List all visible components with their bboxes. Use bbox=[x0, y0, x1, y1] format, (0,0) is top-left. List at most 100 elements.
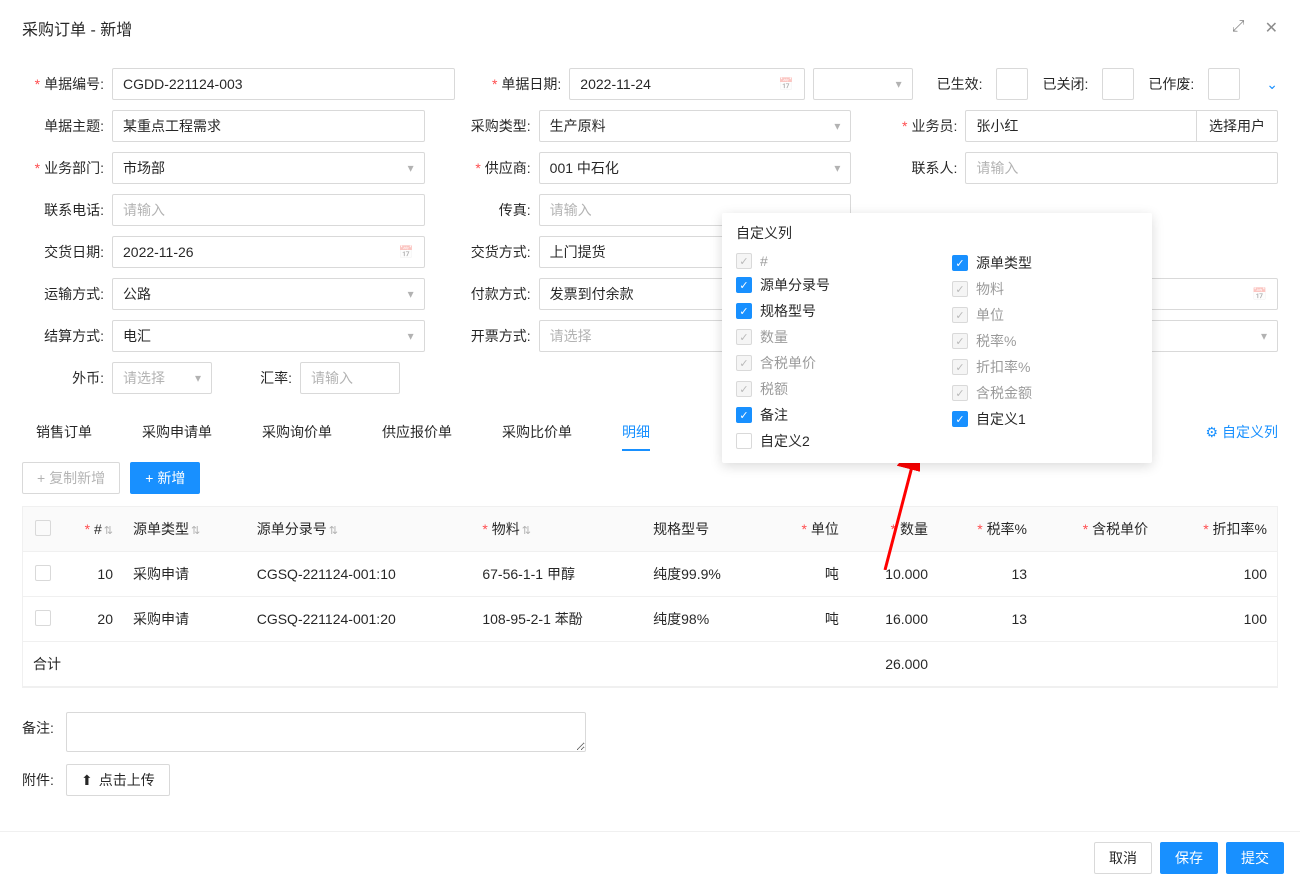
column-toggle[interactable]: 自定义1 bbox=[952, 409, 1138, 429]
collapse-toggle-icon[interactable]: ⌄ bbox=[1266, 76, 1278, 93]
tab-purchase-request[interactable]: 采购申请单 bbox=[142, 414, 212, 450]
row-checkbox[interactable] bbox=[35, 565, 51, 581]
calendar-icon: 📅 bbox=[779, 77, 794, 91]
column-toggle-label: 数量 bbox=[760, 327, 788, 347]
voided-checkbox[interactable] bbox=[1208, 68, 1240, 100]
column-toggle-label: 税额 bbox=[760, 379, 788, 399]
tab-price-compare[interactable]: 采购比价单 bbox=[502, 414, 572, 450]
sort-icon[interactable]: ⇅ bbox=[522, 525, 531, 537]
sort-icon[interactable]: ⇅ bbox=[191, 525, 200, 537]
salesperson-input[interactable]: 张小红 bbox=[965, 110, 1197, 142]
column-toggle-label: 折扣率% bbox=[976, 357, 1030, 377]
upload-button[interactable]: ⬆ 点击上传 bbox=[66, 764, 170, 796]
column-toggle: 含税单价 bbox=[736, 353, 922, 373]
effective-label: 已生效: bbox=[937, 74, 983, 94]
phone-input[interactable]: 请输入 bbox=[112, 194, 425, 226]
checkbox-icon bbox=[952, 333, 968, 349]
settlement-select[interactable]: 电汇▾ bbox=[112, 320, 425, 352]
column-toggle: 折扣率% bbox=[952, 357, 1138, 377]
custom-columns-button[interactable]: ⚙ 自定义列 bbox=[1205, 422, 1278, 442]
currency-label: 外币: bbox=[22, 368, 112, 388]
col-src-type: 源单类型 bbox=[133, 521, 189, 537]
remark-textarea[interactable] bbox=[66, 712, 586, 752]
table-total-row: 合计 26.000 bbox=[23, 642, 1277, 687]
column-toggle-label: # bbox=[760, 253, 768, 269]
subject-input[interactable]: 某重点工程需求 bbox=[112, 110, 425, 142]
col-src-entry: 源单分录号 bbox=[257, 521, 327, 537]
expand-icon[interactable]: ⤢ bbox=[1232, 18, 1245, 38]
attachment-label: 附件: bbox=[22, 764, 66, 790]
payment-label: 付款方式: bbox=[449, 284, 539, 304]
add-button[interactable]: +新增 bbox=[130, 462, 200, 494]
column-toggle[interactable]: 备注 bbox=[736, 405, 922, 425]
upload-icon: ⬆ bbox=[81, 772, 93, 789]
column-toggle[interactable]: 源单分录号 bbox=[736, 275, 922, 295]
checkbox-icon bbox=[736, 433, 752, 449]
cancel-button[interactable]: 取消 bbox=[1094, 842, 1152, 874]
checkbox-icon bbox=[952, 307, 968, 323]
row-checkbox[interactable] bbox=[35, 610, 51, 626]
doc-date-extra-select[interactable]: ▾ bbox=[813, 68, 913, 100]
select-all-checkbox[interactable] bbox=[35, 520, 51, 536]
effective-checkbox[interactable] bbox=[996, 68, 1028, 100]
col-idx: # bbox=[85, 521, 102, 537]
close-icon[interactable]: ✕ bbox=[1265, 18, 1278, 38]
sort-icon[interactable]: ⇅ bbox=[329, 525, 338, 537]
calendar-icon: 📅 bbox=[399, 245, 414, 259]
table-row[interactable]: 20 采购申请 CGSQ-221124-001:20 108-95-2-1 苯酚… bbox=[23, 597, 1277, 642]
chevron-down-icon: ▾ bbox=[834, 119, 840, 133]
popover-title: 自定义列 bbox=[736, 223, 1138, 243]
contact-input[interactable]: 请输入 bbox=[965, 152, 1278, 184]
supplier-label: 供应商: bbox=[449, 158, 539, 178]
tab-purchase-inquiry[interactable]: 采购询价单 bbox=[262, 414, 332, 450]
submit-button[interactable]: 提交 bbox=[1226, 842, 1284, 874]
column-toggle: 含税金额 bbox=[952, 383, 1138, 403]
delivery-date-label: 交货日期: bbox=[22, 242, 112, 262]
save-button[interactable]: 保存 bbox=[1160, 842, 1218, 874]
column-toggle[interactable]: 规格型号 bbox=[736, 301, 922, 321]
transport-label: 运输方式: bbox=[22, 284, 112, 304]
checkbox-icon bbox=[952, 385, 968, 401]
rate-input[interactable]: 请输入 bbox=[300, 362, 400, 394]
plus-icon: + bbox=[145, 470, 153, 486]
tab-sales-order[interactable]: 销售订单 bbox=[36, 414, 92, 450]
tab-detail[interactable]: 明细 bbox=[622, 414, 650, 450]
column-toggle: 税率% bbox=[952, 331, 1138, 351]
subject-label: 单据主题: bbox=[22, 116, 112, 136]
column-toggle-label: 含税金额 bbox=[976, 383, 1032, 403]
doc-no-label: 单据编号: bbox=[22, 74, 112, 94]
fax-label: 传真: bbox=[449, 200, 539, 220]
currency-select[interactable]: 请选择▾ bbox=[112, 362, 212, 394]
closed-label: 已关闭: bbox=[1042, 74, 1088, 94]
column-toggle[interactable]: 自定义2 bbox=[736, 431, 922, 451]
select-user-button[interactable]: 选择用户 bbox=[1197, 110, 1278, 142]
modal-title: 采购订单 - 新增 bbox=[22, 16, 132, 40]
closed-checkbox[interactable] bbox=[1102, 68, 1134, 100]
checkbox-icon bbox=[736, 303, 752, 319]
sort-icon[interactable]: ⇅ bbox=[104, 525, 113, 537]
doc-no-input[interactable]: CGDD-221124-003 bbox=[112, 68, 455, 100]
transport-select[interactable]: 公路▾ bbox=[112, 278, 425, 310]
chevron-down-icon: ▾ bbox=[834, 161, 840, 175]
col-qty: 数量 bbox=[891, 521, 928, 537]
col-material: 物料 bbox=[482, 521, 519, 537]
column-toggle: 数量 bbox=[736, 327, 922, 347]
chevron-down-icon: ▾ bbox=[408, 287, 414, 301]
checkbox-icon bbox=[736, 355, 752, 371]
delivery-date-input[interactable]: 2022-11-26📅 bbox=[112, 236, 425, 268]
plus-icon: + bbox=[37, 470, 45, 486]
column-toggle-label: 源单类型 bbox=[976, 253, 1032, 273]
checkbox-icon bbox=[736, 277, 752, 293]
copy-add-button[interactable]: +复制新增 bbox=[22, 462, 120, 494]
dept-select[interactable]: 市场部▾ bbox=[112, 152, 425, 184]
purchase-type-select[interactable]: 生产原料▾ bbox=[539, 110, 852, 142]
tab-supplier-quote[interactable]: 供应报价单 bbox=[382, 414, 452, 450]
detail-table: #⇅ 源单类型⇅ 源单分录号⇅ 物料⇅ 规格型号 单位 数量 税率% 含税单价 … bbox=[22, 506, 1278, 688]
chevron-down-icon: ▾ bbox=[195, 371, 201, 385]
supplier-select[interactable]: 001 中石化▾ bbox=[539, 152, 852, 184]
table-row[interactable]: 10 采购申请 CGSQ-221124-001:10 67-56-1-1 甲醇 … bbox=[23, 552, 1277, 597]
modal-footer: 取消 保存 提交 bbox=[0, 831, 1300, 884]
chevron-down-icon: ▾ bbox=[408, 161, 414, 175]
column-toggle[interactable]: 源单类型 bbox=[952, 253, 1138, 273]
doc-date-input[interactable]: 2022-11-24📅 bbox=[569, 68, 804, 100]
